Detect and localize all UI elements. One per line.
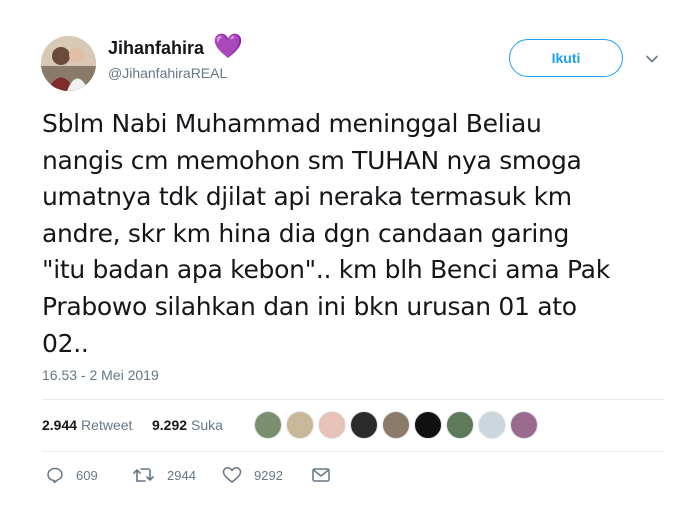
like-button[interactable]: 9292 — [222, 466, 283, 484]
retweet-stat-label: Retweet — [81, 417, 133, 433]
liker-avatar[interactable] — [382, 411, 410, 439]
like-count: 9292 — [254, 467, 283, 483]
timestamp[interactable]: 16.53 - 2 Mei 2019 — [42, 367, 159, 383]
divider — [42, 399, 664, 400]
retweet-stat[interactable]: 2.944 Retweet — [42, 417, 132, 433]
liker-avatar[interactable] — [350, 411, 378, 439]
heart-icon — [222, 467, 242, 483]
liker-avatar[interactable] — [510, 411, 538, 439]
tweet-text: Sblm Nabi Muhammad meninggal Beliau nang… — [42, 109, 610, 358]
reply-icon — [47, 467, 63, 484]
like-stat[interactable]: 9.292 Suka — [152, 417, 223, 433]
like-stat-label: Suka — [191, 417, 223, 433]
reply-count: 609 — [76, 467, 98, 483]
liker-avatar[interactable] — [446, 411, 474, 439]
retweet-button[interactable]: 2944 — [133, 466, 196, 484]
divider — [42, 451, 664, 452]
purple-heart-icon: 💜 — [213, 33, 243, 60]
liker-avatar[interactable] — [318, 411, 346, 439]
retweet-stat-count: 2.944 — [42, 417, 78, 433]
user-handle[interactable]: @JihanfahiraREAL — [108, 65, 227, 81]
direct-message-button[interactable] — [311, 466, 331, 484]
display-name[interactable]: Jihanfahira — [108, 38, 204, 59]
retweet-icon — [133, 468, 154, 482]
liker-avatar[interactable] — [478, 411, 506, 439]
follow-button[interactable]: Ikuti — [509, 39, 623, 77]
liker-avatar[interactable] — [414, 411, 442, 439]
reply-button[interactable]: 609 — [46, 466, 98, 484]
envelope-icon — [312, 468, 330, 482]
retweet-count: 2944 — [167, 467, 196, 483]
liker-avatar[interactable] — [254, 411, 282, 439]
liker-avatar[interactable] — [286, 411, 314, 439]
chevron-down-icon[interactable] — [645, 52, 659, 66]
like-stat-count: 9.292 — [152, 417, 188, 433]
avatar[interactable] — [41, 36, 96, 91]
